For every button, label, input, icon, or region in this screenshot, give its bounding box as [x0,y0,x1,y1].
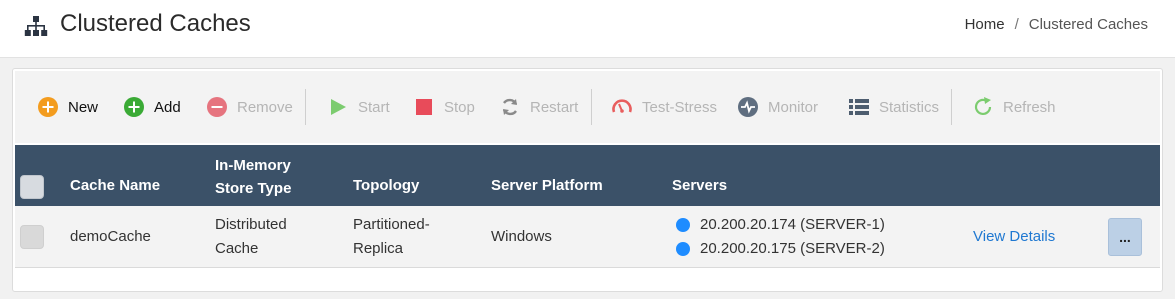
breadcrumb-separator: / [1014,16,1019,33]
activity-pulse-icon [738,97,758,117]
servers-cell: 20.200.20.174 (SERVER-1) 20.200.20.175 (… [676,213,885,261]
refresh-button-label: Refresh [1003,98,1056,116]
column-header-topology[interactable]: Topology [353,177,419,194]
store-type-line1: Distributed [215,216,287,233]
topology-line2: Replica [353,240,404,257]
minus-circle-icon [207,97,227,117]
select-all-checkbox[interactable] [20,175,44,199]
breadcrumb-current: Clustered Caches [1028,16,1148,33]
refresh-button[interactable]: Refresh [972,95,1056,119]
list-icon [849,99,869,115]
sitemap-icon [24,16,48,36]
server-address: 20.200.20.174 (SERVER-1) [700,216,885,233]
restart-button[interactable]: Restart [499,95,578,119]
server-status-dot [676,218,690,232]
new-button[interactable]: New [37,95,98,119]
topology-line1: Partitioned- [353,216,430,233]
column-header-cache-name[interactable]: Cache Name [70,177,160,194]
toolbar-divider [305,89,306,125]
monitor-button[interactable]: Monitor [737,95,818,119]
server-entry: 20.200.20.174 (SERVER-1) [676,213,885,237]
cache-name-cell: demoCache [70,228,151,245]
server-address: 20.200.20.175 (SERVER-2) [700,240,885,257]
store-type-line2: Cache [215,240,259,257]
start-button[interactable]: Start [327,95,390,119]
monitor-button-label: Monitor [768,98,819,116]
add-button-label: Add [154,98,181,116]
column-header-store-type[interactable]: In-Memory Store Type [215,154,291,200]
column-header-servers[interactable]: Servers [672,177,727,194]
test-stress-button[interactable]: Test-Stress [611,95,717,119]
table-header: Cache Name In-Memory Store Type Topology… [15,145,1160,206]
server-entry: 20.200.20.175 (SERVER-2) [676,237,885,261]
toolbar-divider [591,89,592,125]
remove-button-label: Remove [237,98,293,116]
server-status-dot [676,242,690,256]
store-type-cell: Distributed Cache [215,213,287,261]
plus-circle-icon [124,97,144,117]
topology-cell: Partitioned- Replica [353,213,430,261]
caches-table: Cache Name In-Memory Store Type Topology… [15,145,1160,268]
plus-circle-icon [38,97,58,117]
statistics-button-label: Statistics [879,98,940,116]
toolbar: New Add Remove Start Stop Restart Test-S… [15,71,1160,143]
play-icon [331,99,346,115]
page-title: Clustered Caches [60,10,251,37]
refresh-arrows-icon [502,98,518,116]
toolbar-divider [951,89,952,125]
column-header-server-platform[interactable]: Server Platform [491,177,603,194]
stop-button-label: Stop [444,98,475,116]
view-details-link[interactable]: View Details [973,225,1055,249]
test-stress-button-label: Test-Stress [642,98,718,116]
restart-button-label: Restart [530,98,579,116]
server-platform-cell: Windows [491,228,552,245]
new-button-label: New [68,98,99,116]
row-checkbox[interactable] [20,225,44,249]
table-row[interactable]: demoCache Distributed Cache Partitioned-… [15,206,1160,268]
start-button-label: Start [358,98,390,116]
add-button[interactable]: Add [123,95,181,119]
breadcrumb: Home / Clustered Caches [965,15,1148,35]
remove-button[interactable]: Remove [206,95,293,119]
refresh-icon [974,97,992,116]
stop-icon [416,99,432,115]
speedometer-icon [612,99,632,113]
statistics-button[interactable]: Statistics [848,95,939,119]
column-header-store-type-line2: Store Type [215,180,292,197]
column-header-store-type-line1: In-Memory [215,157,291,174]
more-actions-button[interactable]: ... [1108,218,1142,256]
breadcrumb-home-link[interactable]: Home [965,16,1005,33]
page-header: Clustered Caches Home / Clustered Caches [0,0,1175,58]
stop-button[interactable]: Stop [413,95,475,119]
caches-panel: New Add Remove Start Stop Restart Test-S… [12,68,1163,292]
